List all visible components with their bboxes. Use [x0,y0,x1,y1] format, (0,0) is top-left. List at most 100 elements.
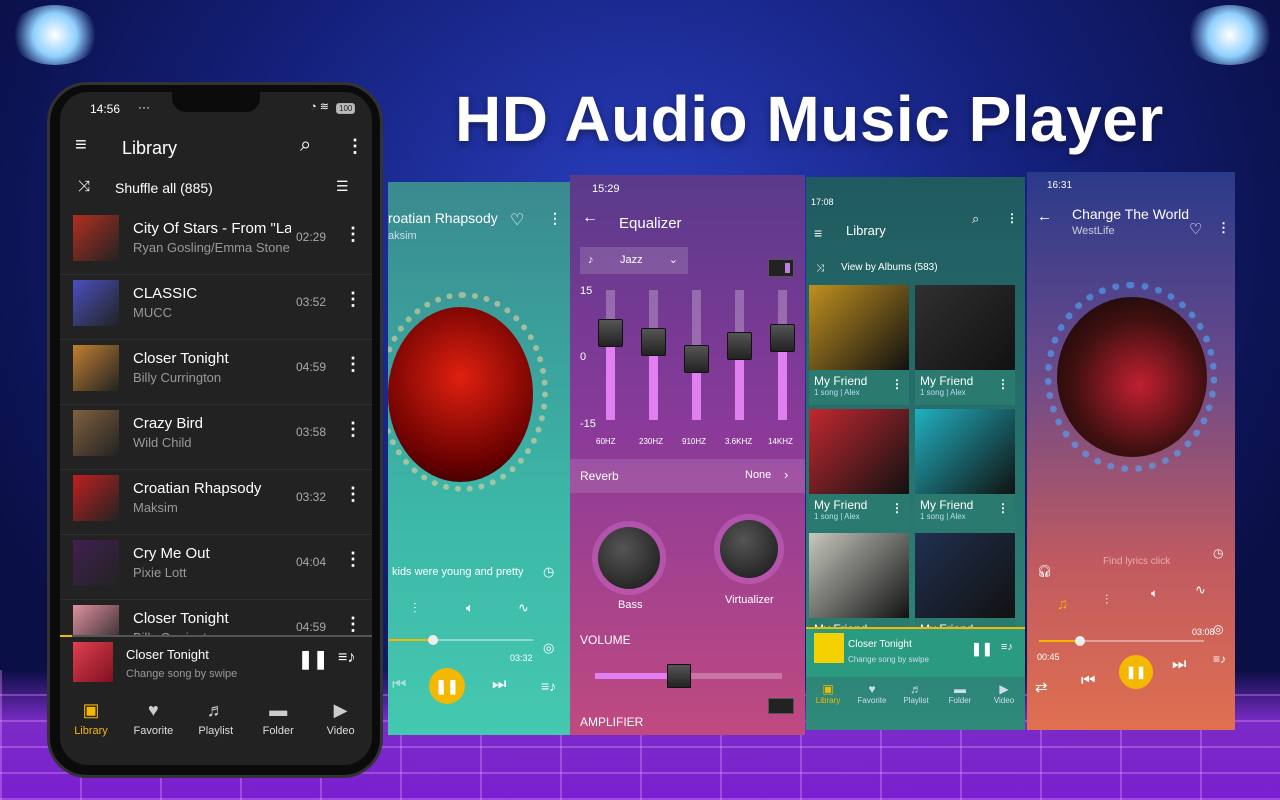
song-row[interactable]: City Of Stars - From "La Ryan Gosling/Em… [60,210,372,275]
folder-icon: ▬ [954,682,966,696]
eq-band-slider[interactable] [598,290,623,420]
pulse-icon[interactable]: ∿ [1195,582,1206,598]
more-vert-icon[interactable]: ⋮ [891,377,903,391]
volume-icon[interactable]: 🔈︎ [1151,586,1158,601]
more-vert-icon[interactable]: ⋮ [344,484,362,504]
pause-button[interactable]: ❚❚ [1119,655,1153,689]
more-vert-icon[interactable]: ⋮ [548,210,562,227]
nav-playlist[interactable]: ♬ Playlist [185,700,247,737]
repeat-icon[interactable]: ⇄ [1035,678,1048,696]
heart-icon[interactable]: ♡ [1189,220,1202,238]
audio-effect-icon[interactable]: ◎ [1213,622,1223,636]
heart-icon[interactable]: ♡ [510,210,524,230]
queue-icon[interactable]: ≡♪ [541,678,556,694]
more-vert-icon[interactable]: ⋮ [344,289,362,309]
volume-icon[interactable]: 🔈︎ [466,600,474,616]
shuffle-icon[interactable]: ⤨ [816,263,824,274]
song-row[interactable]: CLASSIC MUCC 03:52 ⋮ [60,275,372,340]
nav-favorite[interactable]: ♥ Favorite [122,700,184,737]
equalizer-icon[interactable]: ⫶ [1105,592,1108,608]
seek-bar[interactable] [388,635,533,645]
more-vert-icon[interactable]: ⋮ [891,501,903,515]
album-art [73,215,119,261]
queue-icon[interactable]: ≡♪ [1001,641,1013,653]
more-vert-icon[interactable]: ⋮ [997,377,1009,391]
pause-icon[interactable]: ❚❚ [971,641,993,657]
nav-favorite[interactable]: ♥ Favorite [850,682,894,705]
reverb-row[interactable]: Reverb None › [570,459,805,493]
find-lyrics[interactable]: Find lyrics click [1103,556,1170,567]
headphones-icon[interactable]: 🎧︎ [1037,564,1052,578]
more-vert-icon[interactable]: ⋮ [997,501,1009,515]
eq-band-handle[interactable] [770,323,795,352]
timer-icon[interactable]: ◷ [543,564,554,580]
eq-band-handle[interactable] [684,345,709,374]
more-vert-icon[interactable]: ⋮ [344,419,362,439]
queue-icon[interactable]: ≡♪ [1213,652,1226,666]
more-vert-icon[interactable]: ⋮ [344,354,362,374]
nav-video[interactable]: ▶ Video [310,700,372,737]
album-tile[interactable]: My Friend 1 song | Alex ⋮ [809,409,909,529]
song-row[interactable]: Crazy Bird Wild Child 03:58 ⋮ [60,405,372,470]
more-vert-icon[interactable]: ⋮ [344,549,362,569]
music-note-icon[interactable]: ♫ [1057,596,1068,613]
next-icon[interactable]: ⏭ [492,676,506,694]
hamburger-icon[interactable]: ≡ [814,225,822,241]
back-icon[interactable]: ← [582,209,598,227]
search-icon[interactable]: ⌕ [972,211,979,227]
song-row[interactable]: Closer Tonight Billy Currington 04:59 ⋮ [60,340,372,405]
sort-view-icon[interactable]: ☰ [336,178,349,195]
back-icon[interactable]: ← [1037,208,1052,225]
pause-icon[interactable]: ❚❚ [298,649,328,670]
album-cover [809,533,909,618]
nav-video[interactable]: ▶ Video [982,682,1025,705]
search-icon[interactable]: ⌕ [300,134,311,157]
eq-band-slider[interactable] [770,290,795,420]
eq-band-handle[interactable] [598,319,623,348]
eq-band-slider[interactable] [684,290,709,420]
nav-library[interactable]: ▣ Library [60,700,122,737]
more-vert-icon[interactable]: ⋮ [1006,211,1018,225]
song-row[interactable]: Cry Me Out Pixie Lott 04:04 ⋮ [60,535,372,600]
song-row[interactable]: Croatian Rhapsody Maksim 03:32 ⋮ [60,470,372,535]
view-by-albums[interactable]: View by Albums (583) [841,262,938,273]
mini-player[interactable]: Closer Tonight Change song by swipe ❚❚ ≡… [60,637,372,692]
virtualizer-knob[interactable] [720,520,778,578]
eq-band-handle[interactable] [641,328,666,356]
more-vert-icon[interactable]: ⋮ [1217,220,1230,236]
bass-knob[interactable] [598,527,660,589]
equalizer-icon[interactable]: ⫶ [413,600,417,617]
previous-icon[interactable]: ⏮ [392,676,406,694]
audio-effect-icon[interactable]: ◎ [543,640,554,656]
eq-band-slider[interactable] [727,290,752,420]
next-icon[interactable]: ⏭ [1172,656,1186,674]
amplifier-toggle[interactable] [768,698,794,714]
mini-player[interactable]: Closer Tonight Change song by swipe ❚❚ ≡… [806,627,1025,677]
album-tile[interactable]: My Friend 1 song | Alex ⋮ [915,409,1015,529]
shuffle-icon[interactable]: ⤨ [78,178,90,195]
nav-playlist[interactable]: ♬ Playlist [894,682,938,705]
volume-slider[interactable] [595,664,782,688]
album-tile[interactable]: My Friend 1 song | Alex ⋮ [809,285,909,405]
nav-library[interactable]: ▣ Library [806,682,850,705]
timer-icon[interactable]: ◷ [1213,546,1223,560]
song-duration: 02:29 [296,230,327,244]
eq-toggle[interactable] [768,259,794,277]
eq-band-handle[interactable] [727,332,752,361]
previous-icon[interactable]: ⏮ [1081,672,1095,690]
pulse-icon[interactable]: ∿ [518,600,529,616]
preset-dropdown[interactable]: Jazz ⌄ ♪ [580,247,688,274]
seek-bar[interactable] [1039,636,1204,646]
nav-folder[interactable]: ▬ Folder [938,682,982,705]
hamburger-icon[interactable]: ≡ [75,134,87,157]
shuffle-all-button[interactable]: Shuffle all (885) [115,180,213,196]
more-vert-icon[interactable]: ⋮ [344,614,362,634]
pause-button[interactable]: ❚❚ [429,668,465,704]
album-art-disc [388,307,533,482]
more-vert-icon[interactable]: ⋮ [344,224,362,244]
queue-icon[interactable]: ≡♪ [338,649,355,667]
eq-band-slider[interactable] [641,290,666,420]
album-tile[interactable]: My Friend 1 song | Alex ⋮ [915,285,1015,405]
more-vert-icon[interactable]: ⋮ [346,136,364,157]
nav-folder[interactable]: ▬ Folder [247,700,309,737]
